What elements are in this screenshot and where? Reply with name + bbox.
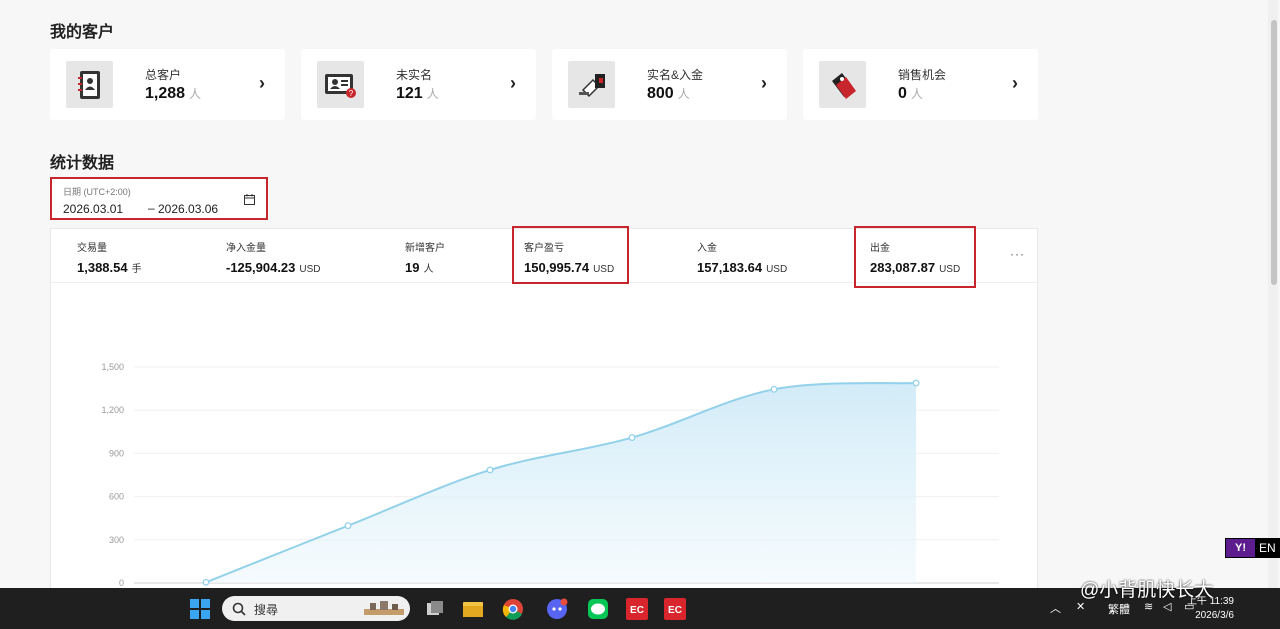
metric-net-deposit[interactable]: 净入金量 -125,904.23 USD <box>226 239 321 275</box>
card-unit: 人 <box>910 87 923 101</box>
metric-volume[interactable]: 交易量 1,388.54 手 <box>77 239 142 275</box>
id-card-warning-icon: ? <box>317 61 364 108</box>
metric-label: 入金 <box>697 243 717 254</box>
card-value: 800 人 <box>647 85 690 103</box>
metric-number: 157,183.64 <box>697 260 763 275</box>
chevron-right-icon: › <box>761 73 767 93</box>
metrics-row: 交易量 1,388.54 手 净入金量 -125,904.23 USD 新增客户 1… <box>51 226 1037 288</box>
card-value-number: 0 <box>898 85 907 102</box>
card-value-number: 800 <box>647 85 674 102</box>
card-sales-opportunity[interactable]: 销售机会 0人 › <box>803 49 1038 120</box>
wallet-icon <box>568 61 615 108</box>
language-indicator[interactable]: EN <box>1259 541 1276 555</box>
chart-area-fill <box>206 383 917 583</box>
chart-y-tick-label: 0 <box>119 578 124 588</box>
metric-label: 净入金量 <box>226 243 266 254</box>
chart-y-ticks: 0 300 600 900 1,200 1,500 <box>101 362 124 588</box>
chart-point <box>770 385 778 393</box>
customer-cards: 总客户 1,288 人 › ? 未实名 121 人 › 实名&入金 800 人 › 销… <box>50 49 1038 120</box>
ime-logo-icon[interactable]: Y! <box>1226 539 1255 557</box>
clock-date: 2026/3/6 <box>1195 610 1234 621</box>
card-unverified[interactable]: ? 未实名 121 人 › <box>301 49 536 120</box>
metric-number: -125,904.23 <box>226 260 296 275</box>
file-explorer-icon[interactable] <box>461 597 485 621</box>
ec-app-icon-2[interactable]: EC <box>663 597 687 621</box>
my-customers-title: 我的客户 <box>50 24 115 41</box>
chart-point <box>202 578 210 586</box>
ec-app-icon[interactable]: EC <box>625 597 649 621</box>
search-placeholder: 搜尋 <box>254 603 279 617</box>
discord-icon[interactable] <box>545 597 569 621</box>
statistics-panel: 交易量 1,388.54 手 净入金量 -125,904.23 USD 新增客户 1… <box>50 226 1038 629</box>
metric-value: 1,388.54 手 <box>77 260 142 275</box>
card-total-customers[interactable]: 总客户 1,288 人 › <box>50 49 285 120</box>
chrome-icon[interactable] <box>501 597 525 621</box>
date-from[interactable]: 2026.03.01 <box>63 202 123 216</box>
metric-new-customers[interactable]: 新增客户 19 人 <box>405 239 445 275</box>
search-icon <box>232 602 246 616</box>
chart-y-tick-label: 900 <box>109 448 124 458</box>
card-value: 121 人 <box>396 85 439 103</box>
metric-unit: 人 <box>423 264 434 275</box>
chevron-right-icon: › <box>1012 73 1018 93</box>
card-unit: 人 <box>426 87 439 101</box>
metric-unit: USD <box>299 264 321 275</box>
windows-start-icon[interactable] <box>188 597 212 621</box>
volume-chart: 0 300 600 900 1,200 1,500 <box>101 362 999 588</box>
card-label: 总客户 <box>145 68 182 82</box>
card-unit: 人 <box>677 87 690 101</box>
taskbar-search-input[interactable]: 搜尋 <box>222 596 410 621</box>
chart-point <box>628 434 636 442</box>
search-highlight-image-icon <box>364 601 404 615</box>
card-unit: 人 <box>189 87 202 101</box>
watermark-text: @小背肌快长大 <box>1080 580 1214 601</box>
metric-value: -125,904.23 USD <box>226 260 321 275</box>
address-book-icon <box>66 61 113 108</box>
price-tag-icon <box>819 61 866 108</box>
chart-y-tick-label: 300 <box>109 535 124 545</box>
date-range-picker[interactable]: 日期 (UTC+2:00) 2026.03.01 – 2026.03.06 <box>50 177 268 220</box>
chart-point <box>912 379 920 387</box>
metric-number: 19 <box>405 260 420 275</box>
metric-value: 19 人 <box>405 260 445 275</box>
card-label: 未实名 <box>396 68 433 82</box>
task-view-icon[interactable] <box>423 597 447 621</box>
date-range-label: 日期 (UTC+2:00) <box>63 187 131 197</box>
metric-number: 1,388.54 <box>77 260 128 275</box>
highlight-client-pnl <box>512 226 629 284</box>
metric-label: 新增客户 <box>405 243 445 254</box>
svg-text:?: ? <box>348 89 353 98</box>
date-to[interactable]: 2026.03.06 <box>158 202 218 216</box>
svg-text:EC: EC <box>668 605 682 616</box>
chart-point <box>486 466 494 474</box>
card-verified-deposited[interactable]: 实名&入金 800 人 › <box>552 49 787 120</box>
metric-deposit[interactable]: 入金 157,183.64 USD <box>697 239 787 275</box>
chart-y-tick-label: 1,200 <box>101 405 124 415</box>
calendar-icon[interactable] <box>244 192 255 210</box>
statistics-title: 统计数据 <box>50 155 115 172</box>
card-value: 0人 <box>898 85 923 103</box>
metric-value: 157,183.64 USD <box>697 260 787 275</box>
tray-expand-chevron-icon[interactable]: ︿ <box>1050 600 1061 616</box>
metric-label: 交易量 <box>77 243 107 254</box>
ime-mode[interactable]: 繁體 <box>1108 601 1130 617</box>
card-value-number: 1,288 <box>145 85 186 102</box>
svg-text:EC: EC <box>630 605 644 616</box>
chart-y-tick-label: 600 <box>109 492 124 502</box>
more-metrics-button[interactable]: ··· <box>1010 247 1025 261</box>
date-separator: – <box>148 201 155 215</box>
chart-point <box>344 522 352 530</box>
card-label: 实名&入金 <box>647 68 704 82</box>
card-value: 1,288 人 <box>145 85 201 103</box>
chevron-right-icon: › <box>259 73 265 93</box>
card-label: 销售机会 <box>898 68 947 82</box>
line-app-icon[interactable] <box>586 597 610 621</box>
scrollbar-thumb[interactable] <box>1271 20 1277 285</box>
highlight-withdrawal <box>854 226 976 288</box>
metric-unit: 手 <box>131 264 142 275</box>
chevron-right-icon: › <box>510 73 516 93</box>
chart-y-tick-label: 1,500 <box>101 362 124 372</box>
metric-unit: USD <box>766 264 788 275</box>
card-value-number: 121 <box>396 85 423 102</box>
